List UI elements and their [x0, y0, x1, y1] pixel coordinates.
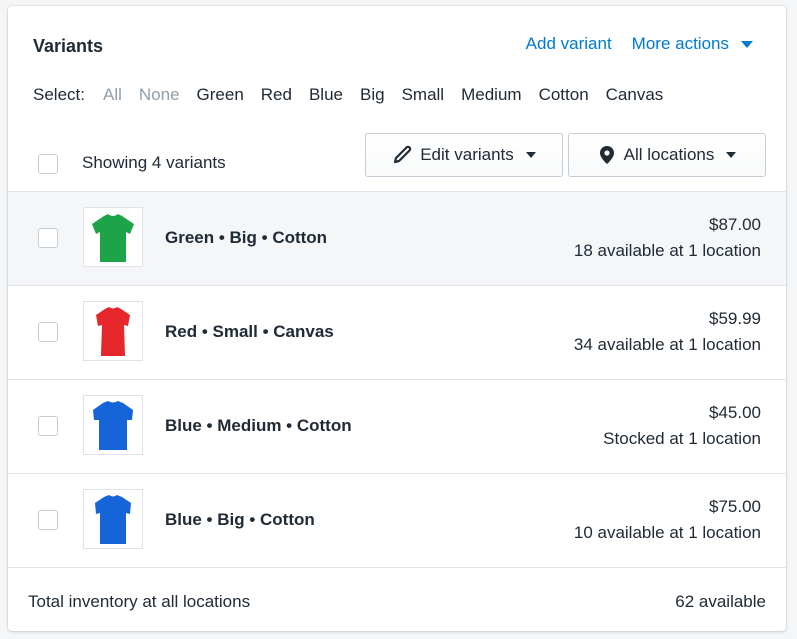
variant-list: Green • Big • Cotton $87.00 18 available… — [8, 192, 786, 568]
total-inventory-label: Total inventory at all locations — [28, 592, 251, 611]
tshirt-image — [92, 214, 134, 262]
total-inventory-value: 62 available — [675, 592, 766, 611]
variant-checkbox[interactable] — [38, 322, 58, 342]
inventory-footer: Total inventory at all locations 62 avai… — [8, 567, 786, 631]
variant-name: Green • Big • Cotton — [165, 228, 328, 247]
variant-price: $87.00 — [709, 215, 761, 234]
variant-availability: 18 available at 1 location — [573, 241, 761, 260]
all-locations-label: All locations — [623, 145, 715, 164]
more-actions-label: More actions — [631, 34, 729, 53]
select-option-canvas[interactable]: Canvas — [606, 85, 664, 105]
variant-row[interactable]: Blue • Medium • Cotton $45.00 Stocked at… — [8, 380, 786, 474]
variant-thumbnail — [83, 489, 143, 549]
tshirt-image — [93, 401, 133, 450]
select-option-none[interactable]: None — [139, 85, 180, 105]
bulk-actions-bar: Showing 4 variants Edit variants All loc… — [8, 133, 786, 192]
select-option-medium[interactable]: Medium — [461, 85, 521, 105]
select-option-red[interactable]: Red — [261, 85, 292, 105]
variant-thumbnail — [83, 207, 143, 267]
variant-row[interactable]: Blue • Big • Cotton $75.00 10 available … — [8, 474, 786, 568]
select-option-small[interactable]: Small — [402, 85, 445, 105]
select-all-checkbox[interactable] — [38, 154, 58, 174]
caret-down-icon — [525, 152, 536, 158]
tshirt-image — [96, 307, 130, 356]
variant-name: Red • Small • Canvas — [165, 322, 334, 341]
variant-checkbox[interactable] — [38, 416, 58, 436]
variant-name: Blue • Big • Cotton — [165, 510, 315, 529]
caret-down-icon — [741, 41, 753, 49]
variant-checkbox[interactable] — [38, 510, 58, 530]
select-option-all[interactable]: All — [103, 85, 122, 105]
card-header: Variants Add variant More actions — [33, 34, 761, 60]
select-label: Select: — [33, 85, 85, 104]
select-option-cotton[interactable]: Cotton — [539, 85, 589, 105]
variant-row[interactable]: Green • Big • Cotton $87.00 18 available… — [8, 192, 786, 286]
caret-down-icon — [726, 152, 737, 158]
variant-count: Showing 4 variants — [82, 153, 226, 172]
select-option-green[interactable]: Green — [197, 85, 244, 105]
all-locations-button[interactable]: All locations — [568, 133, 766, 177]
variant-row[interactable]: Red • Small • Canvas $59.99 34 available… — [8, 286, 786, 380]
variant-name: Blue • Medium • Cotton — [165, 416, 352, 435]
variant-checkbox[interactable] — [38, 228, 58, 248]
header-actions: Add variant More actions — [526, 34, 753, 54]
variant-availability: 34 available at 1 location — [573, 335, 761, 354]
variant-price: $45.00 — [709, 403, 761, 422]
variant-thumbnail — [83, 395, 143, 455]
select-filter-row: Select: All None Green Red Blue Big Smal… — [33, 85, 680, 105]
card-title: Variants — [33, 36, 104, 56]
variant-price: $59.99 — [709, 309, 761, 328]
pencil-icon — [394, 145, 412, 164]
variant-price: $75.00 — [709, 497, 761, 516]
edit-variants-label: Edit variants — [420, 145, 514, 164]
variants-card: Variants Add variant More actions Select… — [8, 6, 786, 631]
variant-thumbnail — [83, 301, 143, 361]
select-option-big[interactable]: Big — [360, 85, 385, 105]
edit-variants-button[interactable]: Edit variants — [365, 133, 563, 177]
tshirt-image — [95, 495, 131, 544]
variant-availability: 10 available at 1 location — [573, 523, 761, 542]
location-pin-icon — [599, 146, 614, 164]
more-actions-button[interactable]: More actions — [632, 34, 753, 54]
add-variant-link[interactable]: Add variant — [526, 34, 612, 54]
select-option-blue[interactable]: Blue — [309, 85, 343, 105]
variant-availability: Stocked at 1 location — [603, 429, 761, 448]
